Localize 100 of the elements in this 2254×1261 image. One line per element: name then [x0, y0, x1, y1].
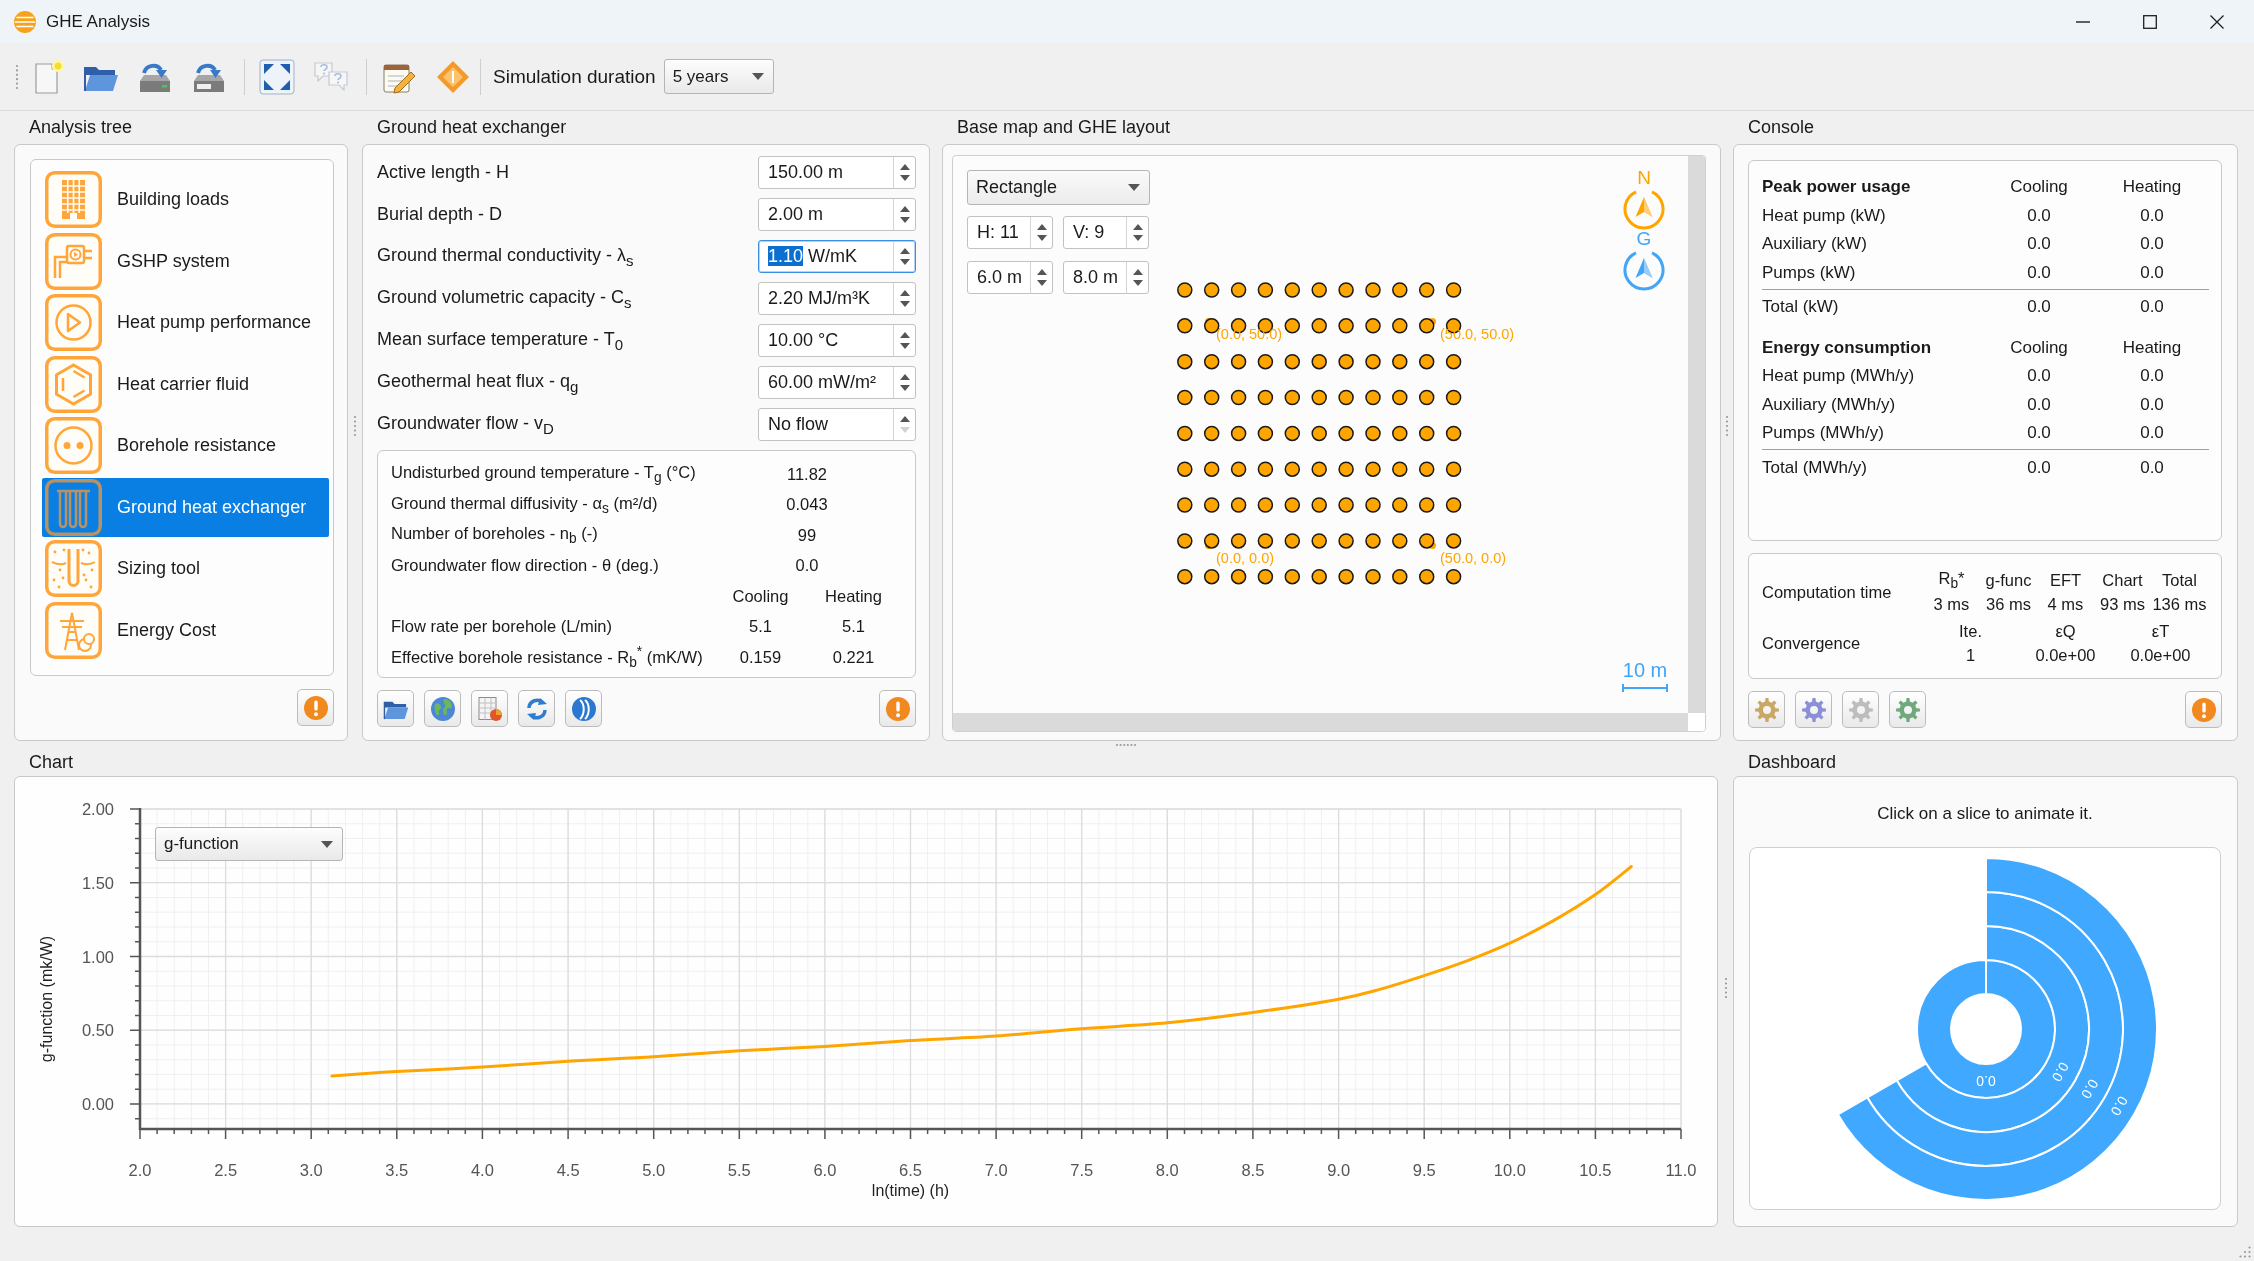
row-label: Auxiliary (MWh/y): [1762, 394, 1896, 415]
caret-down-icon[interactable]: [1132, 280, 1143, 286]
caret-down-icon[interactable]: [899, 217, 910, 223]
spin-field[interactable]: 150.00 m: [758, 156, 916, 189]
tree-item[interactable]: Energy Cost: [42, 600, 329, 660]
caret-up-icon[interactable]: [1036, 224, 1047, 230]
disc-button[interactable]: [565, 690, 602, 727]
caret-down-icon[interactable]: [899, 259, 910, 265]
spin-field[interactable]: H: 11: [967, 216, 1053, 249]
parameter-label: Ground thermal conductivity - λ$_{s}$: [377, 244, 634, 269]
row-value: 0.0: [2027, 366, 2051, 387]
section-heading: Energy consumption: [1762, 337, 1932, 358]
spin-field[interactable]: 2.00 m: [758, 198, 916, 231]
spin-field[interactable]: 10.00 °C: [758, 324, 916, 357]
caret-down-icon[interactable]: [1132, 235, 1143, 241]
tick-label: 4.5: [556, 1161, 580, 1179]
tree-item[interactable]: Heat pump performance: [42, 293, 329, 352]
u-tube-icon: [45, 540, 102, 597]
tick-label: 8.5: [1241, 1161, 1265, 1179]
warning-button[interactable]: [879, 690, 916, 727]
row-value: 0.0: [2027, 394, 2051, 415]
tree-item[interactable]: Sizing tool: [42, 539, 329, 598]
caret-up-icon[interactable]: [899, 332, 910, 338]
ring-segment[interactable]: [1836, 857, 2158, 1201]
caret-up-icon[interactable]: [1036, 269, 1047, 275]
grip-icon[interactable]: [14, 63, 20, 90]
splitter-grip-icon[interactable]: [1725, 415, 1729, 437]
caret-up-icon[interactable]: [1132, 224, 1143, 230]
caret-up-icon[interactable]: [899, 290, 910, 296]
caret-up-icon[interactable]: [899, 164, 910, 170]
tick-label: 3.0: [299, 1161, 323, 1179]
resize-grip-icon[interactable]: [2239, 1246, 2251, 1258]
spin-field[interactable]: 2.20 MJ/m³K: [758, 282, 916, 315]
total-label: Total (kW): [1762, 297, 1839, 318]
row-value: 0.0: [2027, 205, 2051, 226]
caret-down-icon[interactable]: [899, 301, 910, 307]
x-axis-title: ln(time) (h): [871, 1182, 950, 1199]
row-value: 0.0: [2140, 423, 2164, 444]
tick-label: 1.50: [81, 873, 114, 892]
result-value: 5.1: [842, 617, 865, 637]
warning-button[interactable]: [2185, 691, 2222, 728]
parameter-label: Active length - H: [377, 162, 510, 183]
row-value: 0.0: [2140, 205, 2164, 226]
shape-select[interactable]: Rectangle: [967, 170, 1150, 205]
caret-up-icon[interactable]: [1132, 269, 1143, 275]
column-heading: εT: [2151, 621, 2170, 641]
caret-down-icon[interactable]: [899, 385, 910, 391]
expand-icon[interactable]: [259, 58, 295, 95]
scale-bar-icon: [1622, 684, 1668, 692]
parameter-label: Ground volumetric capacity - C$_{s}$: [377, 286, 632, 311]
spin-field[interactable]: 1.10 W/mK: [758, 240, 916, 273]
spin-field[interactable]: No flow: [758, 408, 916, 441]
caret-down-icon[interactable]: [899, 175, 910, 181]
tick-label: 8.0: [1155, 1161, 1179, 1179]
column-heading: g-func: [1985, 570, 2032, 590]
warning-button[interactable]: [297, 689, 334, 726]
caret-down-icon[interactable]: [899, 343, 910, 349]
spin-field[interactable]: 6.0 m: [967, 261, 1053, 294]
result-label: Ground thermal diffusivity - α$_{s}$ (m²/d): [391, 493, 658, 516]
caret-up-icon[interactable]: [899, 206, 910, 212]
duration-select[interactable]: 5 years: [663, 59, 774, 94]
spin-field[interactable]: 8.0 m: [1063, 261, 1149, 294]
refresh-button[interactable]: [518, 690, 555, 727]
tick-label: 4.0: [470, 1161, 494, 1179]
caret-down-icon[interactable]: [1036, 235, 1047, 241]
chart-type-select[interactable]: g-function: [155, 827, 343, 861]
sphere-icon: [13, 9, 37, 34]
result-value: 0.043: [786, 495, 828, 515]
globe-button[interactable]: [424, 690, 461, 727]
column-heading: εQ: [2055, 621, 2076, 641]
caret-down-icon[interactable]: [1036, 280, 1047, 286]
row-value: 0.0: [2140, 394, 2164, 415]
tree-item[interactable]: GSHP system: [42, 231, 329, 291]
caret-up-icon[interactable]: [899, 416, 910, 422]
scrollbar[interactable]: [953, 713, 1688, 731]
pump-pipes-icon: [45, 232, 102, 290]
scrollbar[interactable]: [1688, 156, 1705, 713]
row-value: 0.0: [2027, 234, 2051, 255]
tree-item[interactable]: Heat carrier fluid: [42, 354, 329, 414]
close-icon[interactable]: [2210, 14, 2224, 29]
caret-up-icon[interactable]: [899, 248, 910, 254]
panel-title: Console: [1748, 117, 1815, 138]
column-heading: Ite.: [1959, 621, 1982, 641]
spin-field[interactable]: V: 9: [1063, 216, 1149, 249]
tree-item[interactable]: Building loads: [42, 170, 329, 229]
spreadsheet-button[interactable]: [471, 690, 508, 727]
splitter-grip-icon[interactable]: [1115, 743, 1137, 747]
parameter-label: Geothermal heat flux - q$_{g}$: [377, 370, 579, 395]
row-label: Heat pump (MWh/y): [1762, 366, 1915, 387]
spin-field[interactable]: 60.00 mW/m²: [758, 366, 916, 399]
row-label: Heat pump (kW): [1762, 205, 1886, 226]
caret-up-icon[interactable]: [899, 374, 910, 380]
maximize-icon[interactable]: [2143, 14, 2157, 29]
splitter-grip-icon[interactable]: [1723, 977, 1728, 999]
tree-item[interactable]: Ground heat exchanger: [42, 477, 329, 537]
row-label: Convergence: [1762, 633, 1861, 653]
splitter-grip-icon[interactable]: [353, 415, 357, 437]
tree-item[interactable]: Borehole resistance: [42, 416, 329, 475]
open-folder-button[interactable]: [377, 690, 414, 727]
minimize-icon[interactable]: [2076, 20, 2090, 23]
